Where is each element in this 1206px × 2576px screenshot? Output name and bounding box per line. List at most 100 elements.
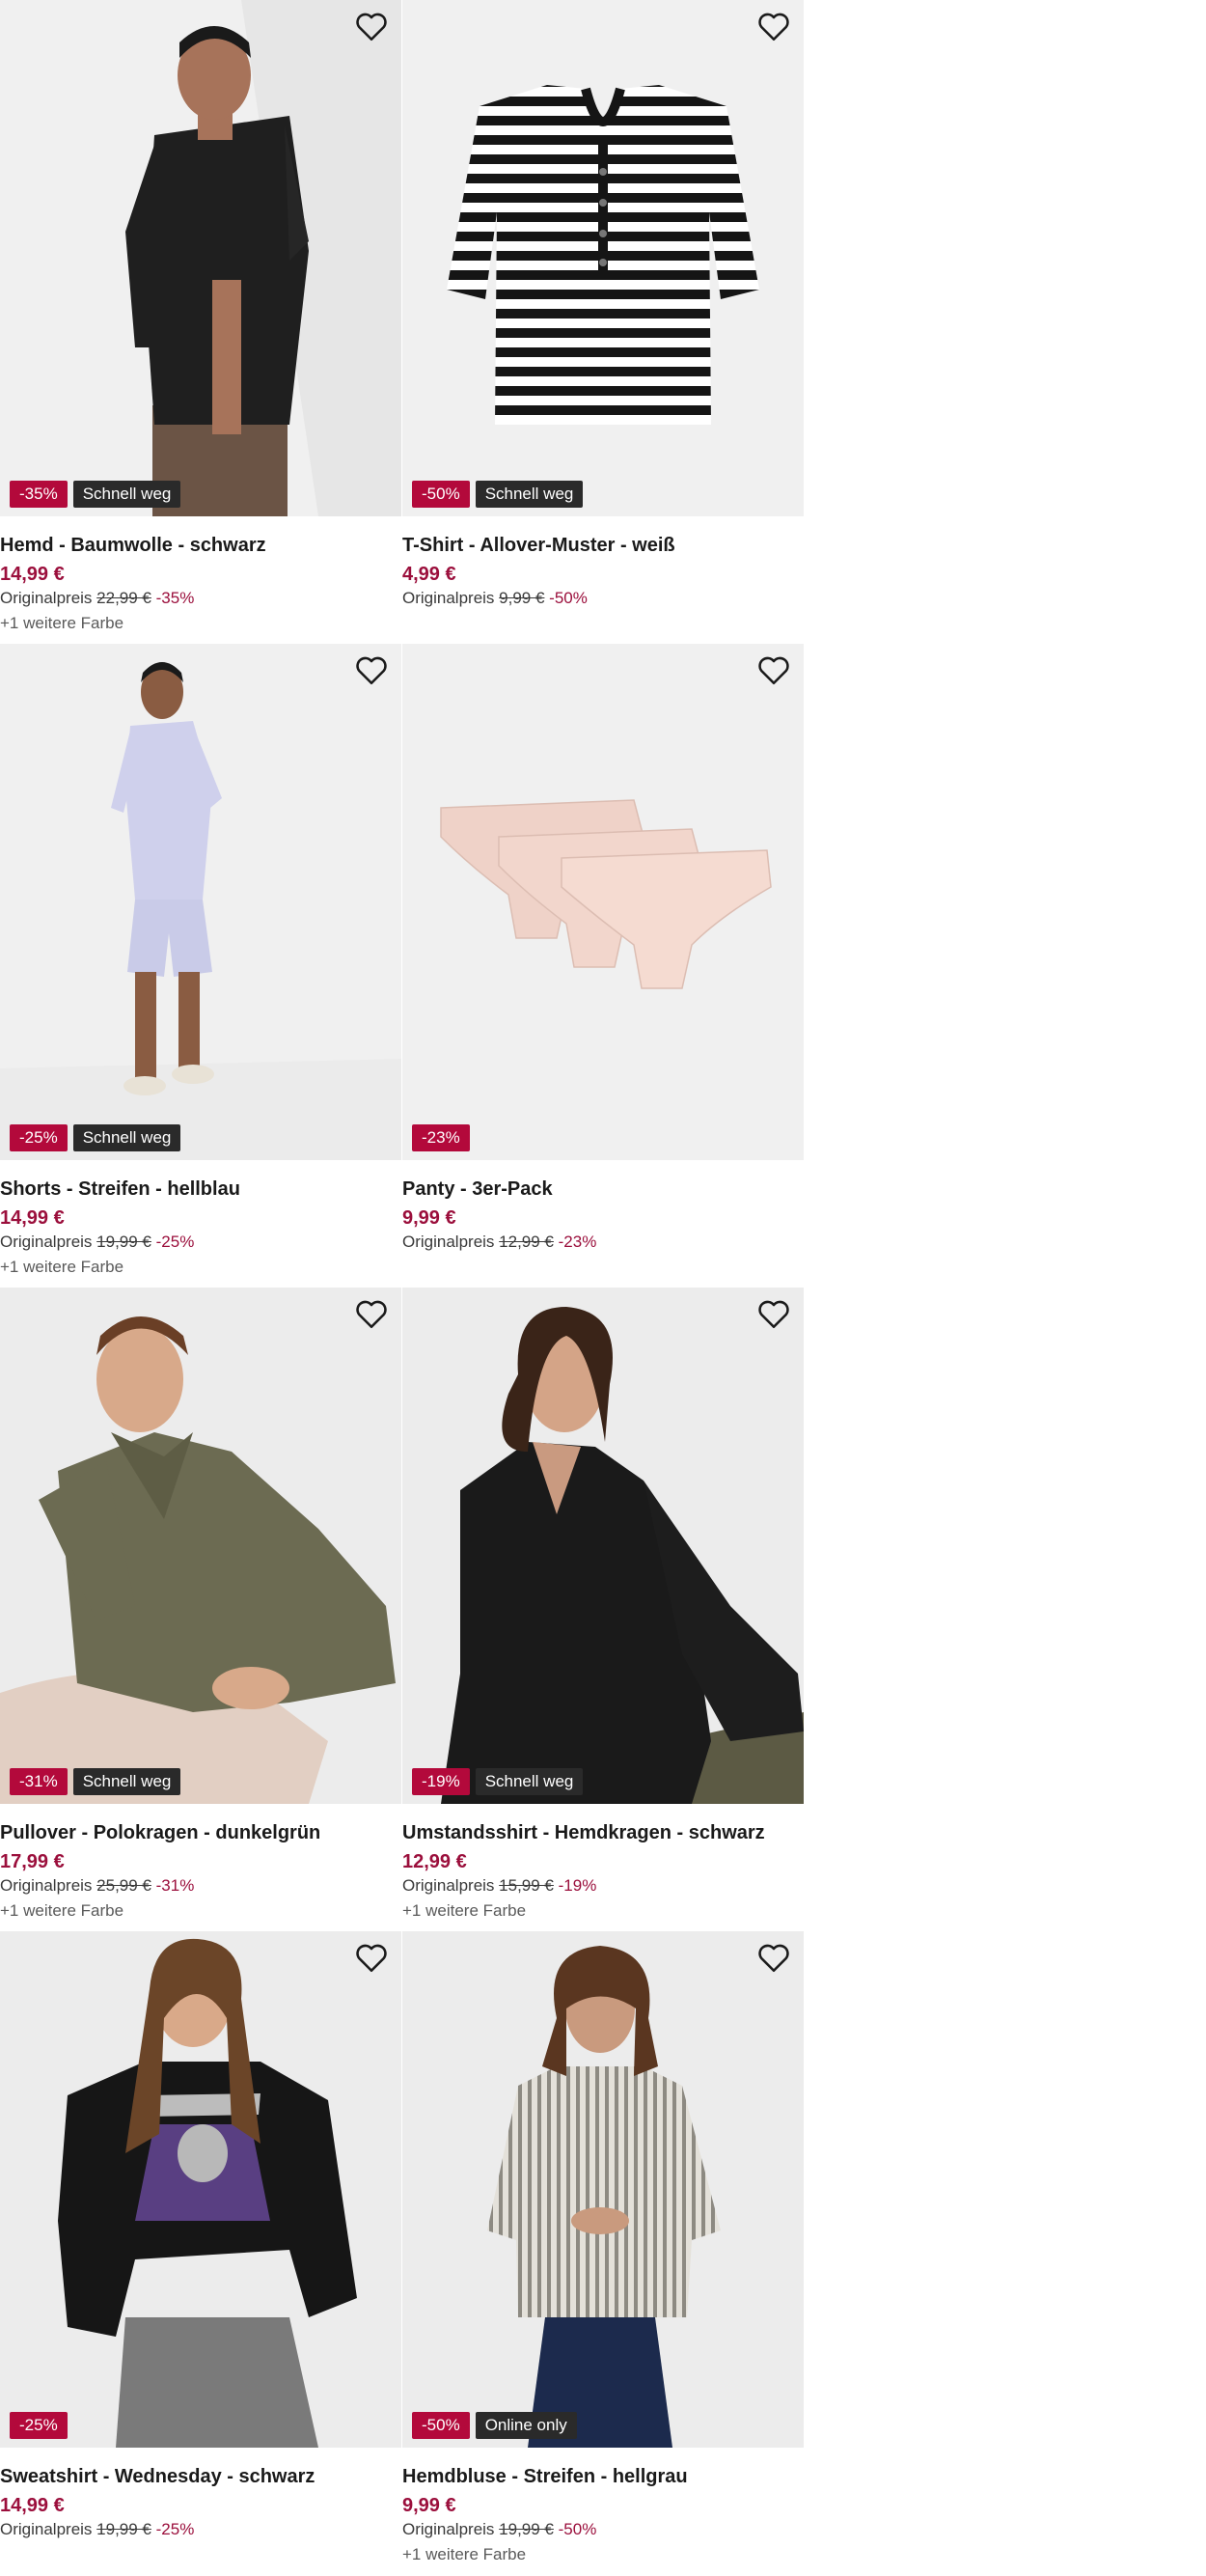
product-card[interactable]: -23% Panty - 3er-Pack 9,99 € Originalpre… bbox=[402, 644, 805, 1288]
discount-badge: -31% bbox=[10, 1768, 68, 1795]
wishlist-heart-icon[interactable] bbox=[757, 1943, 790, 1974]
product-title[interactable]: Pullover - Polokragen - dunkelgrün bbox=[0, 1818, 396, 1847]
product-price: 12,99 € bbox=[402, 1851, 467, 1872]
product-card[interactable]: -19% Schnell weg Umstandsshirt - Hemdkra… bbox=[402, 1288, 805, 1931]
original-price-label: Originalpreis bbox=[0, 1876, 93, 1895]
product-title[interactable]: Panty - 3er-Pack bbox=[402, 1175, 798, 1204]
discount-percent: -25% bbox=[155, 1233, 195, 1251]
tag-badge: Schnell weg bbox=[72, 1124, 181, 1151]
original-price-line: Originalpreis 19,99 € -25% bbox=[0, 1232, 396, 1253]
product-card[interactable]: -25% Sweatshirt - Wednesday - schwarz 14… bbox=[0, 1931, 402, 2575]
discount-badge: -25% bbox=[10, 2412, 68, 2439]
product-price: 17,99 € bbox=[0, 1851, 65, 1872]
product-image[interactable]: -35% Schnell weg bbox=[0, 0, 401, 516]
tag-badge: Online only bbox=[475, 2412, 577, 2439]
product-badges: -50% Online only bbox=[412, 2412, 577, 2439]
tag-badge: Schnell weg bbox=[475, 1768, 584, 1795]
wishlist-heart-icon[interactable] bbox=[757, 1299, 790, 1330]
discount-percent: -50% bbox=[558, 2520, 597, 2538]
product-card[interactable]: -50% Online only Hemdbluse - Streifen - … bbox=[402, 1931, 805, 2575]
more-colors-link[interactable]: +1 weitere Farbe bbox=[402, 1897, 798, 1922]
product-photo-man-black-shirt bbox=[0, 0, 401, 516]
discount-badge: -19% bbox=[412, 1768, 470, 1795]
product-title[interactable]: Shorts - Streifen - hellblau bbox=[0, 1175, 396, 1204]
original-price-line: Originalpreis 9,99 € -50% bbox=[402, 588, 798, 609]
discount-badge: -50% bbox=[412, 2412, 470, 2439]
wishlist-heart-icon[interactable] bbox=[355, 655, 388, 686]
original-price-label: Originalpreis bbox=[0, 589, 93, 607]
discount-percent: -50% bbox=[549, 589, 588, 607]
more-colors-link[interactable]: +1 weitere Farbe bbox=[0, 1897, 396, 1922]
product-price: 14,99 € bbox=[0, 1207, 65, 1229]
product-card[interactable]: -25% Schnell weg Shorts - Streifen - hel… bbox=[0, 644, 402, 1288]
more-colors-link[interactable]: +1 weitere Farbe bbox=[0, 609, 396, 634]
product-image[interactable]: -50% Online only bbox=[402, 1931, 804, 2448]
product-image[interactable]: -31% Schnell weg bbox=[0, 1288, 401, 1804]
original-price-label: Originalpreis bbox=[402, 1876, 495, 1895]
discount-badge: -23% bbox=[412, 1124, 470, 1151]
product-card[interactable]: -50% Schnell weg T-Shirt - Allover-Muste… bbox=[402, 0, 805, 644]
product-info: Hemdbluse - Streifen - hellgrau 9,99 € O… bbox=[402, 2462, 798, 2565]
product-image[interactable]: -50% Schnell weg bbox=[402, 0, 804, 516]
original-price: 15,99 € bbox=[499, 1876, 554, 1895]
product-price: 9,99 € bbox=[402, 1207, 456, 1229]
product-photo-striped-tshirt bbox=[402, 0, 804, 516]
product-image[interactable]: -25% bbox=[0, 1931, 401, 2448]
original-price-line: Originalpreis 15,99 € -19% bbox=[402, 1875, 798, 1897]
original-price-line: Originalpreis 22,99 € -35% bbox=[0, 588, 396, 609]
wishlist-heart-icon[interactable] bbox=[757, 12, 790, 42]
discount-percent: -23% bbox=[558, 1233, 597, 1251]
product-photo-man-green-pullover bbox=[0, 1288, 401, 1804]
product-card[interactable]: -31% Schnell weg Pullover - Polokragen -… bbox=[0, 1288, 402, 1931]
product-info: Hemd - Baumwolle - schwarz 14,99 € Origi… bbox=[0, 531, 396, 634]
wishlist-heart-icon[interactable] bbox=[757, 655, 790, 686]
product-photo-girl-wednesday-sweatshirt bbox=[0, 1931, 401, 2448]
original-price-label: Originalpreis bbox=[402, 2520, 495, 2538]
original-price-line: Originalpreis 19,99 € -50% bbox=[402, 2519, 798, 2540]
product-image[interactable]: -23% bbox=[402, 644, 804, 1160]
product-info: Sweatshirt - Wednesday - schwarz 14,99 €… bbox=[0, 2462, 396, 2540]
wishlist-heart-icon[interactable] bbox=[355, 1943, 388, 1974]
original-price-label: Originalpreis bbox=[402, 1233, 495, 1251]
product-info: T-Shirt - Allover-Muster - weiß 4,99 € O… bbox=[402, 531, 798, 609]
product-card[interactable]: -35% Schnell weg Hemd - Baumwolle - schw… bbox=[0, 0, 402, 644]
product-price: 4,99 € bbox=[402, 564, 456, 585]
product-title[interactable]: Hemd - Baumwolle - schwarz bbox=[0, 531, 396, 560]
wishlist-heart-icon[interactable] bbox=[355, 1299, 388, 1330]
product-photo-woman-black-shirt bbox=[402, 1288, 804, 1804]
discount-badge: -50% bbox=[412, 481, 470, 508]
original-price-line: Originalpreis 19,99 € -25% bbox=[0, 2519, 396, 2540]
original-price-label: Originalpreis bbox=[0, 2520, 93, 2538]
product-title[interactable]: T-Shirt - Allover-Muster - weiß bbox=[402, 531, 798, 560]
product-photo-man-light-blue-set bbox=[0, 644, 401, 1160]
original-price-line: Originalpreis 12,99 € -23% bbox=[402, 1232, 798, 1253]
product-badges: -35% Schnell weg bbox=[10, 481, 181, 508]
tag-badge: Schnell weg bbox=[475, 481, 584, 508]
original-price: 19,99 € bbox=[96, 1233, 151, 1251]
product-info: Shorts - Streifen - hellblau 14,99 € Ori… bbox=[0, 1175, 396, 1278]
product-badges: -31% Schnell weg bbox=[10, 1768, 181, 1795]
tag-badge: Schnell weg bbox=[72, 481, 181, 508]
product-image[interactable]: -25% Schnell weg bbox=[0, 644, 401, 1160]
more-colors-link[interactable]: +1 weitere Farbe bbox=[0, 1253, 396, 1278]
wishlist-heart-icon[interactable] bbox=[355, 12, 388, 42]
original-price: 9,99 € bbox=[499, 589, 545, 607]
product-badges: -23% bbox=[412, 1124, 470, 1151]
original-price: 22,99 € bbox=[96, 589, 151, 607]
original-price: 25,99 € bbox=[96, 1876, 151, 1895]
original-price: 19,99 € bbox=[96, 2520, 151, 2538]
product-image[interactable]: -19% Schnell weg bbox=[402, 1288, 804, 1804]
original-price: 19,99 € bbox=[499, 2520, 554, 2538]
product-title[interactable]: Sweatshirt - Wednesday - schwarz bbox=[0, 2462, 396, 2491]
discount-percent: -31% bbox=[155, 1876, 195, 1895]
original-price-label: Originalpreis bbox=[0, 1233, 93, 1251]
product-badges: -50% Schnell weg bbox=[412, 481, 584, 508]
product-badges: -25% bbox=[10, 2412, 68, 2439]
product-title[interactable]: Umstandsshirt - Hemdkragen - schwarz bbox=[402, 1818, 798, 1847]
original-price-line: Originalpreis 25,99 € -31% bbox=[0, 1875, 396, 1897]
more-colors-link[interactable]: +1 weitere Farbe bbox=[402, 2540, 798, 2565]
discount-badge: -25% bbox=[10, 1124, 68, 1151]
product-badges: -19% Schnell weg bbox=[412, 1768, 584, 1795]
product-title[interactable]: Hemdbluse - Streifen - hellgrau bbox=[402, 2462, 798, 2491]
product-photo-pink-panties bbox=[402, 644, 804, 1160]
